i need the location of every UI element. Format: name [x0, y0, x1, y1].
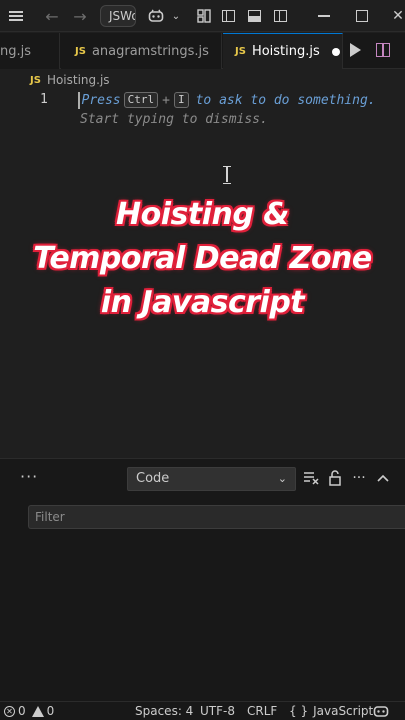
kbd-plus: +: [162, 92, 170, 108]
menu-icon[interactable]: [6, 6, 26, 26]
toggle-sidebar-icon[interactable]: [218, 6, 238, 26]
language-mode-status[interactable]: { } JavaScript: [289, 704, 373, 718]
error-count: 0: [18, 704, 26, 718]
tab-label: anagramstrings.js: [91, 43, 209, 59]
status-bar: ✕ 0 0 Spaces: 4 UTF-8 CRLF { } JavaScrip…: [0, 701, 405, 720]
toggle-panel-icon[interactable]: [244, 6, 264, 26]
tab-label: Hoisting.js: [251, 44, 320, 59]
tab-anagramstrings[interactable]: JS anagramstrings.js: [61, 33, 222, 69]
editor-tab-bar: ng.js JS anagramstrings.js JS Hoisting.j…: [0, 33, 405, 69]
overlay-line-1: Hoisting &: [116, 197, 289, 232]
unsaved-dot-icon[interactable]: [331, 47, 340, 56]
js-file-icon: JS: [75, 45, 86, 57]
output-channel-value: Code: [136, 471, 170, 486]
clear-output-icon[interactable]: [302, 469, 320, 487]
video-title-overlay: Hoisting & Temporal Dead Zone in Javascr…: [0, 193, 405, 325]
command-center-text: JSWorkspace: [109, 9, 135, 23]
tab-label: ng.js: [0, 43, 32, 59]
overlay-line-2: Temporal Dead Zone: [33, 241, 372, 276]
split-editor-icon[interactable]: [376, 43, 390, 57]
language-label: JavaScript: [313, 704, 374, 718]
indentation-status[interactable]: Spaces: 4: [135, 704, 193, 718]
minimize-icon[interactable]: [314, 6, 334, 26]
run-icon[interactable]: [350, 43, 361, 57]
filter-placeholder: Filter: [35, 510, 65, 524]
js-file-icon: JS: [30, 74, 41, 86]
chevron-down-icon: ⌄: [277, 472, 287, 485]
title-bar: ← → JSWorkspace ⌄ ✕: [0, 0, 405, 32]
customize-layout-icon[interactable]: [194, 6, 214, 26]
overlay-line-3: in Javascript: [100, 285, 305, 320]
mouse-ibeam-cursor-icon: [222, 166, 232, 184]
kbd-i: I: [173, 92, 189, 108]
kbd-ctrl: Ctrl: [123, 92, 159, 108]
text-cursor: [78, 91, 80, 109]
output-panel: ··· Code ⌄ ··· Filter: [0, 458, 405, 701]
braces-icon: { }: [289, 704, 309, 718]
arrow-back-icon[interactable]: ←: [42, 6, 62, 26]
command-center-search[interactable]: JSWorkspace: [100, 5, 136, 27]
output-channel-select[interactable]: Code ⌄: [127, 467, 296, 491]
inline-chat-hint: Press Ctrl + I to ask to do something.: [78, 91, 376, 109]
copilot-status-icon[interactable]: [373, 704, 389, 718]
error-icon: ✕: [4, 705, 15, 717]
tab-hoisting[interactable]: JS Hoisting.js: [223, 33, 343, 69]
panel-more-icon[interactable]: ···: [20, 467, 38, 486]
filter-input[interactable]: Filter: [28, 505, 405, 529]
panel-actions-more-icon[interactable]: ···: [350, 469, 368, 487]
chevron-down-icon[interactable]: ⌄: [166, 6, 186, 26]
arrow-forward-icon[interactable]: →: [70, 6, 90, 26]
hint-rest: to ask to do something.: [195, 92, 376, 108]
tab-partial-file[interactable]: ng.js: [0, 33, 60, 69]
breadcrumb[interactable]: JS Hoisting.js: [30, 72, 110, 88]
maximize-icon[interactable]: [352, 6, 372, 26]
hint-dismiss: Start typing to dismiss.: [80, 112, 268, 127]
hint-press: Press: [81, 92, 121, 108]
close-icon[interactable]: ✕: [388, 6, 405, 26]
problems-status[interactable]: ✕ 0 0: [4, 704, 54, 718]
maximize-panel-icon[interactable]: [374, 469, 392, 487]
copilot-icon[interactable]: [146, 6, 166, 26]
breadcrumb-file[interactable]: Hoisting.js: [47, 73, 110, 87]
warning-count: 0: [46, 704, 55, 718]
js-file-icon: JS: [235, 46, 246, 57]
encoding-status[interactable]: UTF-8: [200, 704, 235, 718]
warning-icon: [31, 705, 44, 717]
lock-scroll-icon[interactable]: [326, 469, 344, 487]
toggle-secondary-sidebar-icon[interactable]: [270, 6, 290, 26]
eol-status[interactable]: CRLF: [247, 704, 277, 718]
line-number: 1: [40, 92, 48, 107]
